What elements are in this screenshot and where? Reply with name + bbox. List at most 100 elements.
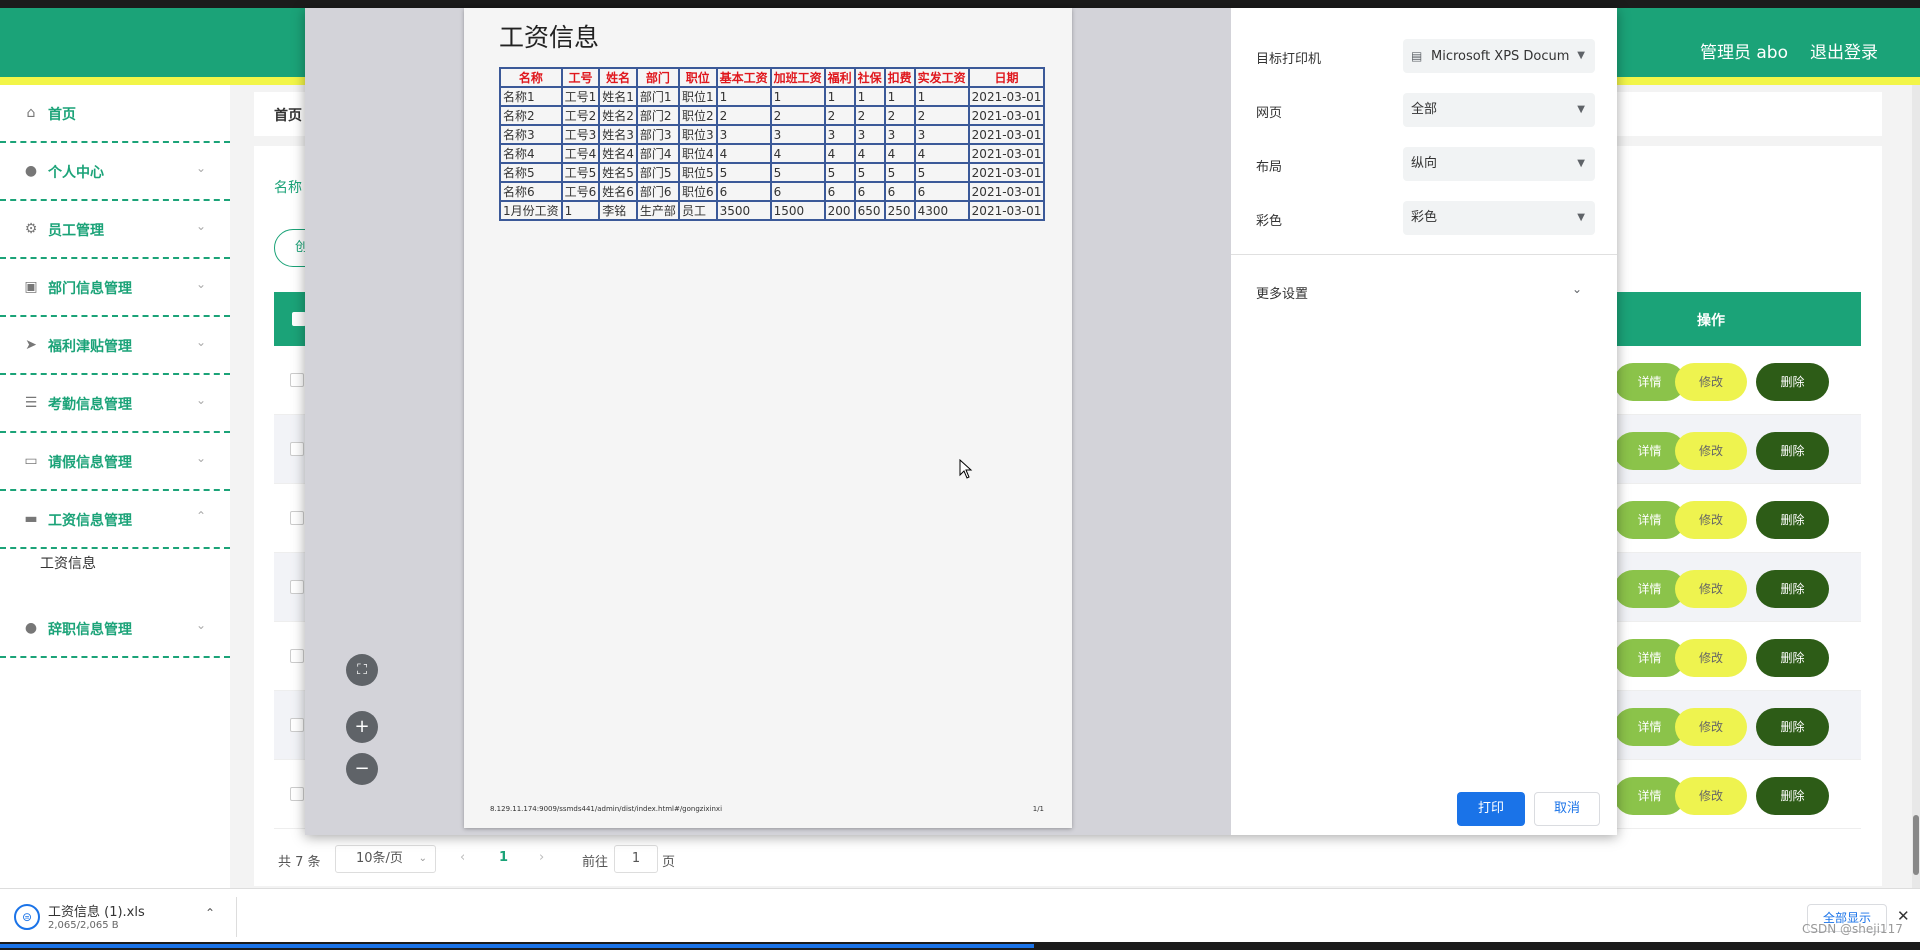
edit-button[interactable]: 修改 <box>1675 432 1747 470</box>
salary-row: 名称3 工号3 姓名3 部门3 职位3 3 3 3 3 3 3 2021-03-01 <box>499 124 1046 145</box>
sidebar-item-departments[interactable]: ▣ 部门信息管理 ⌄ <box>0 259 230 317</box>
table-cell: 4 <box>883 143 916 164</box>
table-cell: 2021-03-01 <box>967 124 1046 145</box>
delete-button[interactable]: 删除 <box>1756 501 1829 539</box>
page-footer-number: 1/1 <box>1032 805 1044 813</box>
file-download-icon[interactable]: ⊜ <box>14 904 40 930</box>
salary-table-body: 名称1 工号1 姓名1 部门1 职位1 1 1 1 1 1 1 2021-03-01 名称2 工号2 姓名2… <box>499 86 1046 221</box>
sidebar-item-profile[interactable]: ● 个人中心 ⌄ <box>0 143 230 201</box>
more-settings-toggle[interactable]: 更多设置 <box>1256 283 1308 302</box>
edit-button[interactable]: 修改 <box>1675 363 1747 401</box>
column-header: 实发工资 <box>913 67 970 88</box>
print-button[interactable]: 打印 <box>1457 792 1525 826</box>
table-cell: 工号2 <box>560 105 601 126</box>
column-header: 福利 <box>823 67 856 88</box>
edit-button[interactable]: 修改 <box>1675 708 1747 746</box>
clipboard-icon: ▣ <box>24 279 38 295</box>
row-checkbox[interactable] <box>290 649 304 663</box>
edit-button[interactable]: 修改 <box>1675 639 1747 677</box>
row-checkbox[interactable] <box>290 718 304 732</box>
table-cell: 李铭 <box>598 200 638 221</box>
row-checkbox[interactable] <box>290 580 304 594</box>
table-cell: 2 <box>913 105 970 126</box>
table-cell: 250 <box>883 200 916 221</box>
sidebar-subitem-salary-info[interactable]: 工资信息 <box>40 553 96 573</box>
edit-button[interactable]: 修改 <box>1675 501 1747 539</box>
zoom-in-button[interactable]: + <box>346 711 378 743</box>
print-dialog: 工资信息 名称 工号 姓名 部门 职位 基本工资 加班工资 福利 社保 扣费 实发工资 日期 名称1 工… <box>305 8 1617 835</box>
row-checkbox[interactable] <box>290 787 304 801</box>
chevron-down-icon[interactable]: ⌄ <box>1572 282 1582 296</box>
edit-button[interactable]: 修改 <box>1675 570 1747 608</box>
chevron-down-icon: ⌄ <box>196 393 207 407</box>
table-cell: 职位2 <box>677 105 718 126</box>
delete-button[interactable]: 删除 <box>1756 570 1829 608</box>
download-file-name[interactable]: 工资信息 (1).xls <box>48 901 145 920</box>
logout-link[interactable]: 退出登录 <box>1810 38 1878 63</box>
table-cell: 6 <box>823 181 856 202</box>
table-cell: 2021-03-01 <box>967 86 1046 107</box>
sidebar-item-label: 福利津贴管理 <box>48 339 132 355</box>
breadcrumb-home[interactable]: 首页 <box>274 105 302 125</box>
table-cell: 名称1 <box>499 86 563 107</box>
table-cell: 姓名5 <box>598 162 638 183</box>
sidebar-item-resignation[interactable]: ● 辞职信息管理 ⌄ <box>0 600 230 658</box>
delete-button[interactable]: 删除 <box>1756 708 1829 746</box>
pages-select[interactable]: 全部 ▼ <box>1403 93 1595 127</box>
row-checkbox[interactable] <box>290 373 304 387</box>
delete-button[interactable]: 删除 <box>1756 639 1829 677</box>
goto-page-input[interactable]: 1 <box>614 845 658 873</box>
layout-select[interactable]: 纵向 ▼ <box>1403 147 1595 181</box>
cancel-button[interactable]: 取消 <box>1534 792 1600 826</box>
table-cell: 4 <box>769 143 826 164</box>
table-cell: 5 <box>769 162 826 183</box>
table-cell: 名称5 <box>499 162 563 183</box>
table-cell: 2021-03-01 <box>967 200 1046 221</box>
delete-button[interactable]: 删除 <box>1756 363 1829 401</box>
zoom-out-button[interactable]: − <box>346 753 378 785</box>
color-select[interactable]: 彩色 ▼ <box>1403 201 1595 235</box>
sidebar-item-label: 工资信息管理 <box>48 513 132 529</box>
page-size-select[interactable]: 10条/页 ⌄ <box>335 845 436 873</box>
table-cell: 姓名4 <box>598 143 638 164</box>
sidebar-item-leave[interactable]: ▭ 请假信息管理 ⌄ <box>0 433 230 491</box>
chevron-up-icon[interactable]: ⌃ <box>205 906 215 920</box>
prev-page-button[interactable]: ‹ <box>460 850 465 865</box>
table-cell: 1 <box>769 86 826 107</box>
table-cell: 职位4 <box>677 143 718 164</box>
table-cell: 2 <box>883 105 916 126</box>
delete-button[interactable]: 删除 <box>1756 777 1829 815</box>
table-cell: 2021-03-01 <box>967 162 1046 183</box>
row-checkbox[interactable] <box>290 442 304 456</box>
scrollbar-thumb[interactable] <box>1913 815 1919 875</box>
search-label: 名称 <box>274 180 302 196</box>
table-cell: 姓名6 <box>598 181 638 202</box>
table-cell: 1 <box>560 200 601 221</box>
sidebar-item-employees[interactable]: ⚙ 员工管理 ⌄ <box>0 201 230 259</box>
select-all-checkbox[interactable] <box>292 312 306 326</box>
printer-select[interactable]: ▤ Microsoft XPS Docum ▼ <box>1403 39 1595 73</box>
table-cell: 6 <box>883 181 916 202</box>
column-header: 日期 <box>967 67 1046 88</box>
page-footer-url: 8.129.11.174:9009/ssmds441/admin/dist/in… <box>490 805 723 813</box>
table-cell: 名称4 <box>499 143 563 164</box>
table-cell: 1500 <box>769 200 826 221</box>
sidebar-item-benefits[interactable]: ➤ 福利津贴管理 ⌄ <box>0 317 230 375</box>
delete-button[interactable]: 删除 <box>1756 432 1829 470</box>
sidebar-item-label: 辞职信息管理 <box>48 622 132 638</box>
next-page-button[interactable]: › <box>539 850 544 865</box>
edit-button[interactable]: 修改 <box>1675 777 1747 815</box>
row-checkbox[interactable] <box>290 511 304 525</box>
sidebar-item-salary[interactable]: ▬ 工资信息管理 ⌃ <box>0 491 230 549</box>
fit-page-button[interactable]: ⛶ <box>346 654 378 686</box>
pages-label: 网页 <box>1256 106 1283 121</box>
table-cell: 姓名3 <box>598 124 638 145</box>
table-cell: 工号6 <box>560 181 601 202</box>
table-cell: 生产部 <box>635 200 680 221</box>
gear-icon: ⚙ <box>24 221 38 237</box>
sidebar-item-attendance[interactable]: ☰ 考勤信息管理 ⌄ <box>0 375 230 433</box>
sidebar-item-home[interactable]: ⌂ 首页 <box>0 85 230 143</box>
table-cell: 1 <box>883 86 916 107</box>
current-page[interactable]: 1 <box>499 850 508 865</box>
page-scrollbar[interactable] <box>1912 85 1920 888</box>
